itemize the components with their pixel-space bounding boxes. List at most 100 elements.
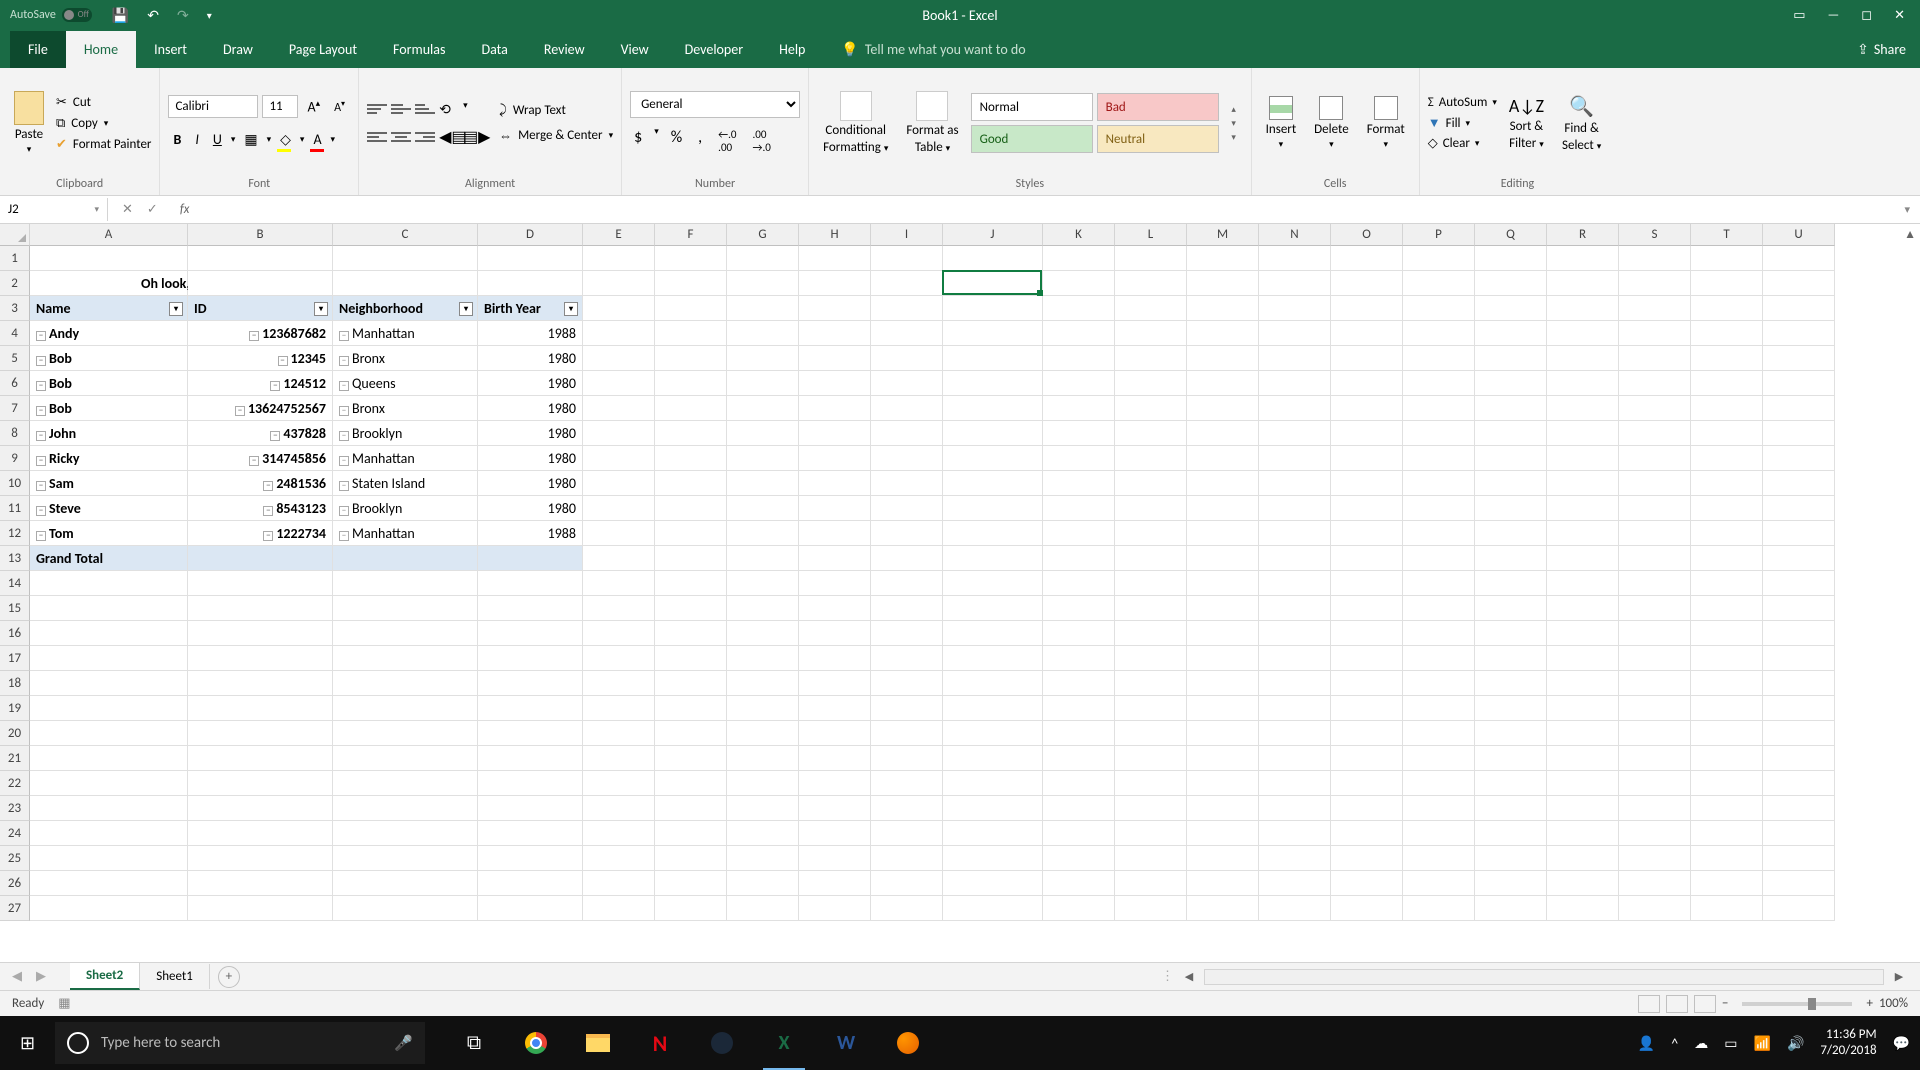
cell[interactable]	[1043, 521, 1115, 546]
cell[interactable]: −Bob	[30, 346, 188, 371]
zoom-slider[interactable]	[1742, 1002, 1852, 1006]
row-header[interactable]: 4	[0, 321, 30, 346]
normal-view-button[interactable]	[1638, 995, 1660, 1013]
cell[interactable]	[30, 621, 188, 646]
cell[interactable]	[943, 896, 1043, 921]
cell[interactable]	[1763, 396, 1835, 421]
cell[interactable]	[1547, 421, 1619, 446]
cell[interactable]	[1331, 821, 1403, 846]
cell[interactable]	[799, 471, 871, 496]
cell[interactable]	[188, 721, 333, 746]
cell[interactable]	[333, 796, 478, 821]
macro-record-icon[interactable]: ▦	[58, 996, 70, 1011]
cell[interactable]	[1475, 721, 1547, 746]
cell[interactable]	[1043, 821, 1115, 846]
cell[interactable]	[1403, 371, 1475, 396]
cell[interactable]	[1187, 546, 1259, 571]
cell[interactable]	[943, 821, 1043, 846]
notifications-icon[interactable]: 💬	[1893, 1035, 1910, 1052]
cell[interactable]	[1547, 646, 1619, 671]
tab-file[interactable]: File	[10, 31, 66, 68]
cell-style-bad[interactable]: Bad	[1097, 93, 1219, 121]
cell[interactable]	[799, 571, 871, 596]
cell[interactable]	[478, 846, 583, 871]
row-header[interactable]: 5	[0, 346, 30, 371]
cell[interactable]	[1547, 771, 1619, 796]
cell[interactable]	[1691, 571, 1763, 596]
cell[interactable]	[1187, 796, 1259, 821]
cell[interactable]	[1763, 246, 1835, 271]
cell[interactable]	[583, 871, 655, 896]
cell[interactable]	[1043, 421, 1115, 446]
cell[interactable]	[1619, 396, 1691, 421]
cell[interactable]	[583, 646, 655, 671]
cell-style-good[interactable]: Good	[971, 125, 1093, 153]
cell[interactable]	[478, 596, 583, 621]
column-header[interactable]: R	[1547, 224, 1619, 246]
decrease-indent-button[interactable]: ◀▤	[439, 128, 459, 146]
border-button[interactable]: ▦	[239, 128, 262, 151]
tab-help[interactable]: Help	[761, 31, 823, 68]
cell[interactable]	[583, 421, 655, 446]
cell[interactable]	[871, 871, 943, 896]
cell[interactable]	[1619, 421, 1691, 446]
row-header[interactable]: 6	[0, 371, 30, 396]
cell[interactable]	[1691, 896, 1763, 921]
cell[interactable]: −Ricky	[30, 446, 188, 471]
cell[interactable]: −Manhattan	[333, 446, 478, 471]
column-header[interactable]: F	[655, 224, 727, 246]
cell[interactable]	[655, 346, 727, 371]
cell[interactable]	[1691, 871, 1763, 896]
cell[interactable]	[943, 496, 1043, 521]
tab-formulas[interactable]: Formulas	[375, 31, 463, 68]
cell[interactable]	[1763, 771, 1835, 796]
orientation-button[interactable]: ⟲	[439, 100, 459, 118]
cell[interactable]	[727, 571, 799, 596]
cell[interactable]	[871, 771, 943, 796]
onedrive-icon[interactable]: ☁	[1694, 1035, 1708, 1052]
filter-dropdown-icon[interactable]: ▾	[564, 302, 578, 316]
column-header[interactable]: D	[478, 224, 583, 246]
page-break-view-button[interactable]	[1694, 995, 1716, 1013]
cell[interactable]	[1403, 596, 1475, 621]
row-header[interactable]: 13	[0, 546, 30, 571]
cell[interactable]	[1547, 271, 1619, 296]
sheet-tab-other[interactable]: Sheet1	[140, 964, 210, 989]
cell[interactable]	[727, 821, 799, 846]
column-header[interactable]: I	[871, 224, 943, 246]
cell[interactable]	[871, 496, 943, 521]
cell[interactable]	[1547, 596, 1619, 621]
cell[interactable]	[1475, 596, 1547, 621]
cell[interactable]	[1619, 646, 1691, 671]
redo-icon[interactable]: ↷	[177, 7, 189, 24]
cell[interactable]	[478, 571, 583, 596]
cell[interactable]	[655, 371, 727, 396]
cell[interactable]: −2481536	[188, 471, 333, 496]
cell[interactable]	[727, 346, 799, 371]
cell[interactable]	[943, 571, 1043, 596]
cell[interactable]	[1115, 646, 1187, 671]
cell[interactable]	[583, 596, 655, 621]
row-header[interactable]: 22	[0, 771, 30, 796]
cell[interactable]	[871, 421, 943, 446]
column-header[interactable]: L	[1115, 224, 1187, 246]
cells-area[interactable]: Oh look, back where we startedName▾ID▾Ne…	[30, 246, 1835, 921]
cell[interactable]	[799, 646, 871, 671]
cell[interactable]	[333, 621, 478, 646]
accounting-format-button[interactable]: $	[630, 126, 646, 156]
tell-me-search[interactable]: 💡 Tell me what you want to do	[823, 31, 1043, 68]
cell[interactable]	[943, 521, 1043, 546]
cell[interactable]	[727, 846, 799, 871]
cell[interactable]	[1619, 371, 1691, 396]
mic-icon[interactable]: 🎤	[394, 1034, 413, 1053]
cell[interactable]	[799, 596, 871, 621]
cell[interactable]	[871, 296, 943, 321]
cell[interactable]	[583, 246, 655, 271]
cell[interactable]	[727, 771, 799, 796]
cell[interactable]	[1403, 471, 1475, 496]
cell[interactable]	[1475, 696, 1547, 721]
cell[interactable]	[1619, 571, 1691, 596]
cell[interactable]	[1259, 246, 1331, 271]
cell[interactable]	[1403, 771, 1475, 796]
column-header[interactable]: U	[1763, 224, 1835, 246]
